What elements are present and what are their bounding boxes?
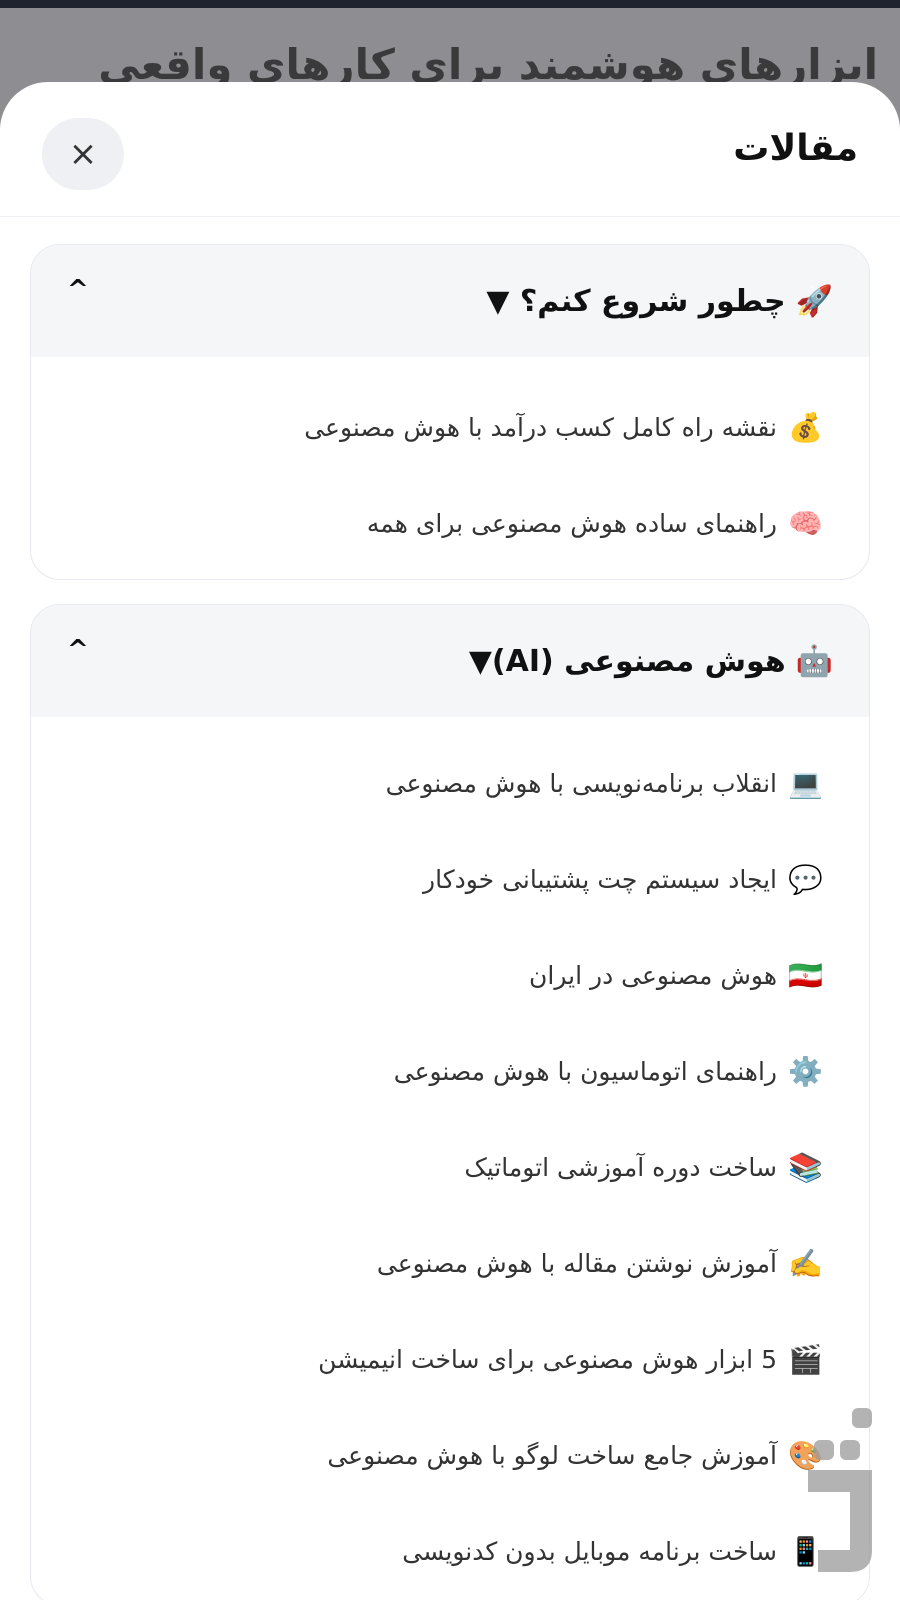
section-ai: 🤖 هوش مصنوعی (AI)▼ ^ 💻 انقلاب برنامه‌نوی… (30, 604, 870, 1600)
section-title-text: هوش مصنوعی (AI)▼ (468, 643, 786, 679)
article-title: انقلاب برنامه‌نویسی با هوش مصنوعی (385, 768, 777, 798)
section-items: 💻 انقلاب برنامه‌نویسی با هوش مصنوعی 💬 ای… (31, 717, 869, 1600)
article-link[interactable]: 💻 انقلاب برنامه‌نویسی با هوش مصنوعی (31, 735, 869, 831)
rocket-icon: 🚀 (795, 283, 833, 319)
article-title: آموزش جامع ساخت لوگو با هوش مصنوعی (327, 1440, 777, 1470)
collapse-caret-icon[interactable]: ^ (67, 275, 89, 305)
sheet-title: مقالات (733, 128, 858, 169)
article-title: راهنمای ساده هوش مصنوعی برای همه (366, 508, 777, 538)
section-header-getting-started[interactable]: 🚀 چطور شروع کنم؟ ▼ ^ (31, 245, 869, 357)
gear-icon: ⚙️ (788, 1054, 823, 1088)
article-link[interactable]: 💬 ایجاد سیستم چت پشتیبانی خودکار (31, 831, 869, 927)
article-link[interactable]: 📚 ساخت دوره آموزشی اتوماتیک (31, 1119, 869, 1215)
section-items: 💰 نقشه راه کامل کسب درآمد با هوش مصنوعی … (31, 357, 869, 579)
article-title: آموزش نوشتن مقاله با هوش مصنوعی (376, 1248, 777, 1278)
article-link[interactable]: 📱 ساخت برنامه موبایل بدون کدنویسی (31, 1503, 869, 1599)
section-getting-started: 🚀 چطور شروع کنم؟ ▼ ^ 💰 نقشه راه کامل کسب… (30, 244, 870, 580)
article-link[interactable]: 🎬 5 ابزار هوش مصنوعی برای ساخت انیمیشن (31, 1311, 869, 1407)
article-link[interactable]: 🎨 آموزش جامع ساخت لوگو با هوش مصنوعی (31, 1407, 869, 1503)
robot-icon: 🤖 (795, 643, 833, 679)
status-bar (0, 0, 900, 8)
laptop-icon: 💻 (788, 766, 823, 800)
article-title: هوش مصنوعی در ایران (529, 960, 777, 990)
iran-flag-icon: 🇮🇷 (788, 958, 823, 992)
brain-icon: 🧠 (788, 506, 823, 540)
article-title: نقشه راه کامل کسب درآمد با هوش مصنوعی (304, 412, 777, 442)
sheet-header: مقالات × (0, 82, 900, 217)
article-title: راهنمای اتوماسیون با هوش مصنوعی (393, 1056, 777, 1086)
articles-bottom-sheet: مقالات × 🚀 چطور شروع کنم؟ ▼ ^ 💰 نقشه راه… (0, 82, 900, 1600)
clapperboard-icon: 🎬 (788, 1342, 823, 1376)
speech-bubble-icon: 💬 (788, 862, 823, 896)
money-bag-icon: 💰 (788, 410, 823, 444)
article-title: ایجاد سیستم چت پشتیبانی خودکار (423, 864, 777, 894)
article-title: 5 ابزار هوش مصنوعی برای ساخت انیمیشن (318, 1344, 777, 1374)
article-link[interactable]: 🇮🇷 هوش مصنوعی در ایران (31, 927, 869, 1023)
close-icon: × (68, 134, 98, 174)
store-watermark-logo (808, 1408, 872, 1572)
article-title: ساخت برنامه موبایل بدون کدنویسی (402, 1536, 777, 1566)
article-link[interactable]: 💰 نقشه راه کامل کسب درآمد با هوش مصنوعی (31, 379, 869, 475)
section-title-text: چطور شروع کنم؟ ▼ (486, 283, 786, 319)
section-title: 🤖 هوش مصنوعی (AI)▼ (469, 605, 833, 717)
article-link[interactable]: 🧠 راهنمای ساده هوش مصنوعی برای همه (31, 475, 869, 571)
article-title: ساخت دوره آموزشی اتوماتیک (464, 1152, 777, 1182)
books-icon: 📚 (788, 1150, 823, 1184)
writing-hand-icon: ✍️ (788, 1246, 823, 1280)
close-button[interactable]: × (42, 118, 124, 190)
collapse-caret-icon[interactable]: ^ (67, 635, 89, 665)
article-link[interactable]: ✍️ آموزش نوشتن مقاله با هوش مصنوعی (31, 1215, 869, 1311)
article-link[interactable]: ⚙️ راهنمای اتوماسیون با هوش مصنوعی (31, 1023, 869, 1119)
section-title: 🚀 چطور شروع کنم؟ ▼ (486, 245, 833, 357)
section-header-ai[interactable]: 🤖 هوش مصنوعی (AI)▼ ^ (31, 605, 869, 717)
